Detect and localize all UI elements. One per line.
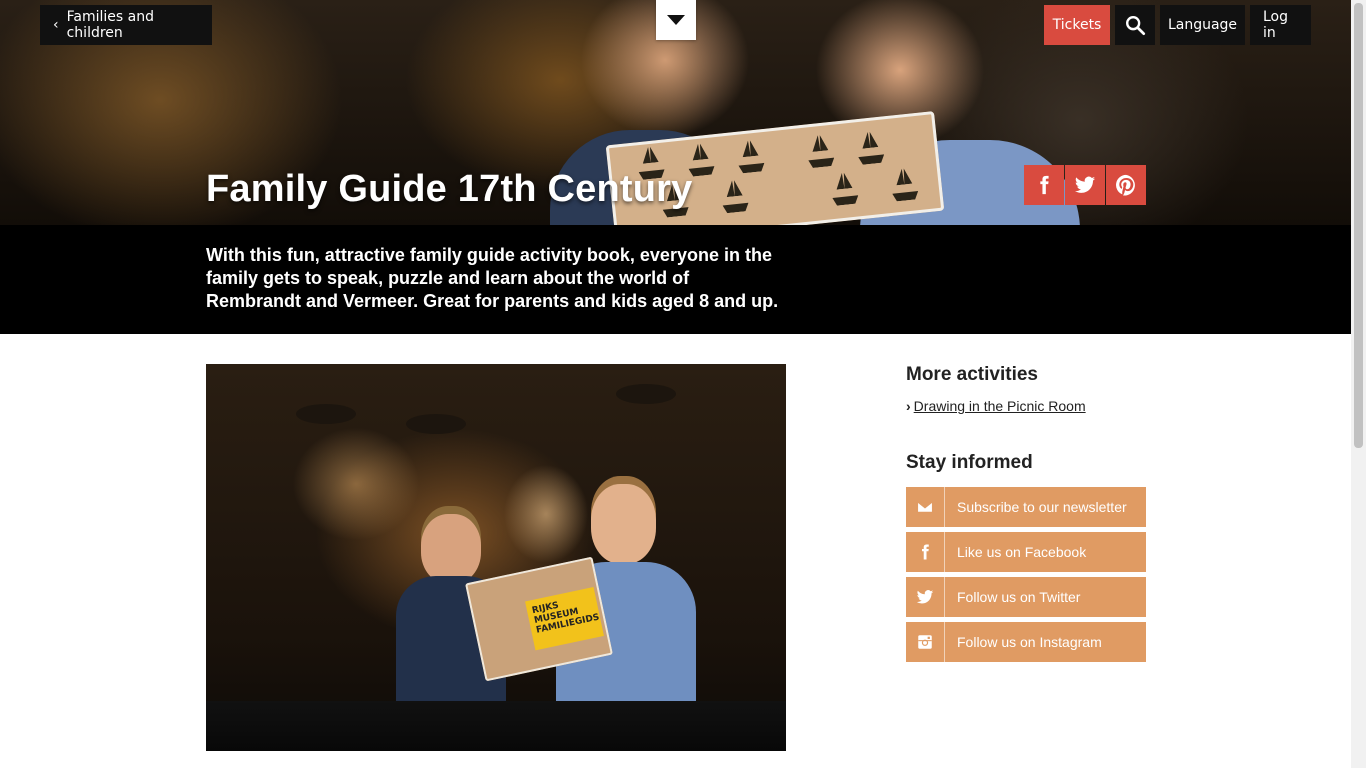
login-label: Log in xyxy=(1263,9,1289,41)
facebook-icon xyxy=(922,544,929,560)
tickets-label: Tickets xyxy=(1052,17,1102,33)
intro-text: With this fun, attractive family guide a… xyxy=(206,245,779,311)
search-icon xyxy=(1126,16,1146,36)
main-photo: RIJKS MUSEUM FAMILIEGIDS xyxy=(206,364,786,751)
envelope-icon xyxy=(916,501,934,513)
stay-informed-heading: Stay informed xyxy=(906,452,1033,473)
language-button[interactable]: Language xyxy=(1160,5,1245,45)
chevron-left-icon: ‹ xyxy=(53,17,59,33)
facebook-label: Like us on Facebook xyxy=(957,544,1087,560)
instagram-button[interactable]: Follow us on Instagram xyxy=(906,622,1146,662)
more-activities-item: › Drawing in the Picnic Room xyxy=(906,398,1086,414)
twitter-button[interactable]: Follow us on Twitter xyxy=(906,577,1146,617)
drawing-picnic-room-link[interactable]: Drawing in the Picnic Room xyxy=(914,398,1086,414)
twitter-label: Follow us on Twitter xyxy=(957,589,1081,605)
twitter-icon xyxy=(1074,176,1096,193)
login-button[interactable]: Log in xyxy=(1250,5,1311,45)
tickets-button[interactable]: Tickets xyxy=(1044,5,1110,45)
facebook-button[interactable]: Like us on Facebook xyxy=(906,532,1146,572)
newsletter-label: Subscribe to our newsletter xyxy=(957,499,1127,515)
instagram-label: Follow us on Instagram xyxy=(957,634,1102,650)
twitter-icon xyxy=(916,590,934,604)
pinterest-icon xyxy=(1116,174,1135,196)
back-label: Families and children xyxy=(66,9,154,41)
more-activities-heading: More activities xyxy=(906,364,1038,385)
scrollbar-thumb[interactable] xyxy=(1354,3,1363,448)
back-to-families-button[interactable]: ‹ Families and children xyxy=(40,5,212,45)
page-title: Family Guide 17th Century xyxy=(206,168,693,210)
chevron-right-icon: › xyxy=(906,398,911,414)
menu-dropdown-toggle[interactable] xyxy=(656,0,696,40)
newsletter-button[interactable]: Subscribe to our newsletter xyxy=(906,487,1146,527)
share-twitter-button[interactable] xyxy=(1065,165,1105,205)
caret-down-icon xyxy=(667,15,685,25)
intro-band: With this fun, attractive family guide a… xyxy=(0,225,1351,334)
language-label: Language xyxy=(1167,17,1238,33)
share-facebook-button[interactable] xyxy=(1024,165,1064,205)
search-button[interactable] xyxy=(1115,5,1155,45)
page-scrollbar[interactable] xyxy=(1351,0,1366,768)
instagram-icon xyxy=(918,635,932,649)
share-pinterest-button[interactable] xyxy=(1106,165,1146,205)
facebook-icon xyxy=(1040,175,1049,195)
